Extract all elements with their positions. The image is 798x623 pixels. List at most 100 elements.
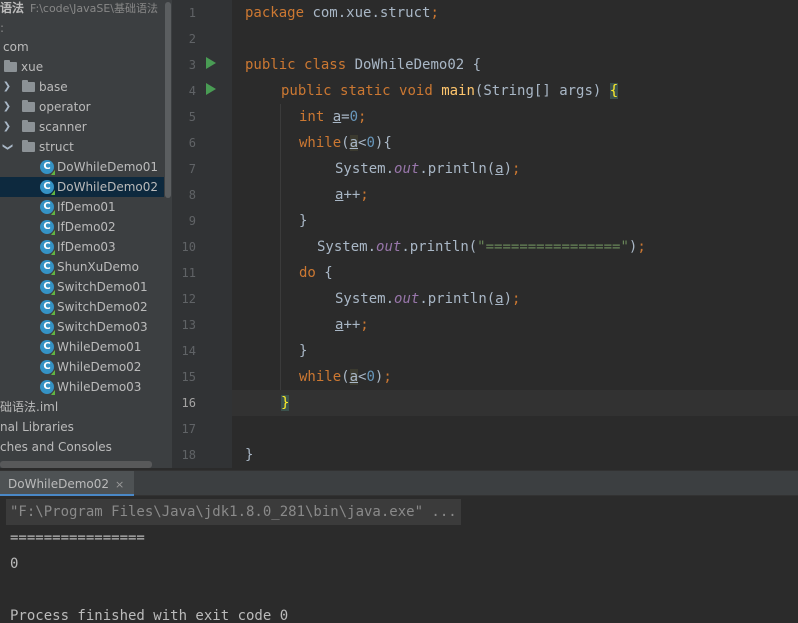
code-line-10[interactable]: System.out.println("================"); [317, 234, 646, 260]
project-root-row[interactable]: 语法 F:\code\JavaSE\基础语法 [0, 0, 164, 18]
variable: a [495, 161, 504, 177]
line-number: 11 [181, 266, 196, 280]
chevron-right-icon[interactable]: ❯ [2, 77, 12, 97]
method-params: (String[] args) [474, 83, 610, 99]
tree-item-whiledemo02[interactable]: C WhileDemo02 [0, 357, 164, 377]
semicolon: ; [512, 161, 521, 177]
code-line-12[interactable]: System.out.println(a); [335, 286, 520, 312]
tree-row-partial[interactable]: : [0, 18, 164, 38]
variable: a [495, 291, 504, 307]
tree-item-switchdemo01[interactable]: C SwitchDemo01 [0, 277, 164, 297]
java-class-icon: C [40, 280, 55, 295]
tree-item-label: IfDemo02 [57, 220, 116, 234]
tree-item-label: WhileDemo02 [57, 360, 142, 374]
tree-item-xue[interactable]: xue [0, 57, 164, 77]
semicolon: ; [360, 187, 369, 203]
brace: { [383, 135, 392, 151]
tree-item-external-libraries[interactable]: nal Libraries [0, 417, 164, 437]
variable: a [332, 109, 342, 125]
tree-item-label: xue [21, 60, 44, 74]
number-literal: 0 [366, 369, 375, 385]
code-line-11[interactable]: do { [299, 260, 333, 286]
tree-item-whiledemo03[interactable]: C WhileDemo03 [0, 377, 164, 397]
line-number: 4 [188, 84, 196, 98]
line-number: 8 [188, 188, 196, 202]
tree-item-switchdemo03[interactable]: C SwitchDemo03 [0, 317, 164, 337]
code-line-5[interactable]: int a=0; [299, 104, 366, 130]
folder-icon [22, 80, 35, 92]
chevron-right-icon[interactable]: ❯ [2, 97, 12, 117]
run-class-icon[interactable] [206, 57, 216, 69]
tree-item-operator[interactable]: ❯ operator [0, 97, 164, 117]
tree-item-com[interactable]: com [0, 37, 164, 57]
tree-item-label: WhileDemo01 [57, 340, 142, 354]
code-editor[interactable]: package com.xue.struct; public class DoW… [232, 0, 798, 468]
tree-item-shunxudemo[interactable]: C ShunXuDemo [0, 257, 164, 277]
java-class-icon: C [40, 220, 55, 235]
code-line-16[interactable]: } [281, 390, 290, 416]
code-line-15[interactable]: while(a<0); [299, 364, 392, 390]
brace: { [324, 265, 333, 281]
line-number: 3 [188, 58, 196, 72]
static-field: out [376, 239, 402, 255]
folder-icon [22, 120, 35, 132]
paren: ( [341, 369, 350, 385]
run-console-output[interactable]: "F:\Program Files\Java\jdk1.8.0_281\bin\… [0, 496, 798, 623]
tree-item-struct[interactable]: ❯ struct [0, 137, 164, 157]
code-line-4[interactable]: public static void main(String[] args) { [281, 78, 619, 104]
code-line-8[interactable]: a++; [335, 182, 369, 208]
project-horizontal-scrollbar[interactable] [0, 461, 152, 468]
run-main-icon[interactable] [206, 83, 216, 95]
paren: ) [503, 161, 513, 177]
brace: } [299, 343, 308, 359]
code-line-7[interactable]: System.out.println(a); [335, 156, 520, 182]
java-class-icon: C [40, 300, 55, 315]
tree-item-dowhiledemo01[interactable]: C DoWhileDemo01 [0, 157, 164, 177]
chevron-down-icon[interactable]: ❯ [0, 142, 17, 152]
scrollbar-thumb[interactable] [165, 2, 171, 198]
code-line-18[interactable]: } [245, 442, 253, 468]
tree-item-label: SwitchDemo03 [57, 320, 148, 334]
tree-item-dowhiledemo02[interactable]: C DoWhileDemo02 [0, 177, 164, 197]
semicolon: ; [358, 109, 367, 125]
code-line-3[interactable]: public class DoWhileDemo02 { [245, 52, 481, 78]
code-line-9[interactable]: } [299, 208, 307, 234]
code-line-1[interactable]: package com.xue.struct; [245, 0, 439, 26]
keyword: void [399, 83, 433, 99]
code-line-6[interactable]: while(a<0){ [299, 130, 392, 156]
tree-item-ifdemo01[interactable]: C IfDemo01 [0, 197, 164, 217]
chevron-right-icon[interactable]: ❯ [2, 117, 12, 137]
code-line-13[interactable]: a++; [335, 312, 369, 338]
tree-item-switchdemo02[interactable]: C SwitchDemo02 [0, 297, 164, 317]
run-tab-dowhiledemo02[interactable]: DoWhileDemo02 × [0, 471, 135, 496]
paren: ( [341, 135, 350, 151]
java-class-icon: C [40, 340, 55, 355]
tree-item-scratches[interactable]: ches and Consoles [0, 437, 164, 457]
close-icon[interactable]: × [115, 478, 124, 491]
project-vertical-scrollbar[interactable] [164, 0, 172, 468]
line-number: 7 [188, 162, 196, 176]
class-name: DoWhileDemo02 [354, 57, 465, 73]
tree-item-label: SwitchDemo02 [57, 300, 148, 314]
method-call: .println( [419, 161, 496, 177]
method-call: .println( [419, 291, 496, 307]
brace: } [299, 213, 308, 229]
semicolon: ; [512, 291, 521, 307]
console-command-line[interactable]: "F:\Program Files\Java\jdk1.8.0_281\bin\… [6, 499, 461, 525]
tree-item-iml-file[interactable]: 础语法.iml [0, 397, 164, 417]
variable: a [349, 369, 359, 385]
tree-item-label: ches and Consoles [0, 440, 112, 454]
tree-item-label: SwitchDemo01 [57, 280, 148, 294]
semicolon: ; [360, 317, 369, 333]
console-output-line: ================ [10, 530, 145, 546]
tree-item-ifdemo03[interactable]: C IfDemo03 [0, 237, 164, 257]
tree-item-label: 础语法.iml [0, 400, 59, 414]
tree-item-whiledemo01[interactable]: C WhileDemo01 [0, 337, 164, 357]
tree-item-label: ShunXuDemo [57, 260, 139, 274]
tree-item-ifdemo02[interactable]: C IfDemo02 [0, 217, 164, 237]
console-exit-line: Process finished with exit code 0 [10, 608, 289, 623]
tree-item-scanner[interactable]: ❯ scanner [0, 117, 164, 137]
tree-item-base[interactable]: ❯ base [0, 77, 164, 97]
method-call: .println( [401, 239, 478, 255]
code-line-14[interactable]: } [299, 338, 307, 364]
